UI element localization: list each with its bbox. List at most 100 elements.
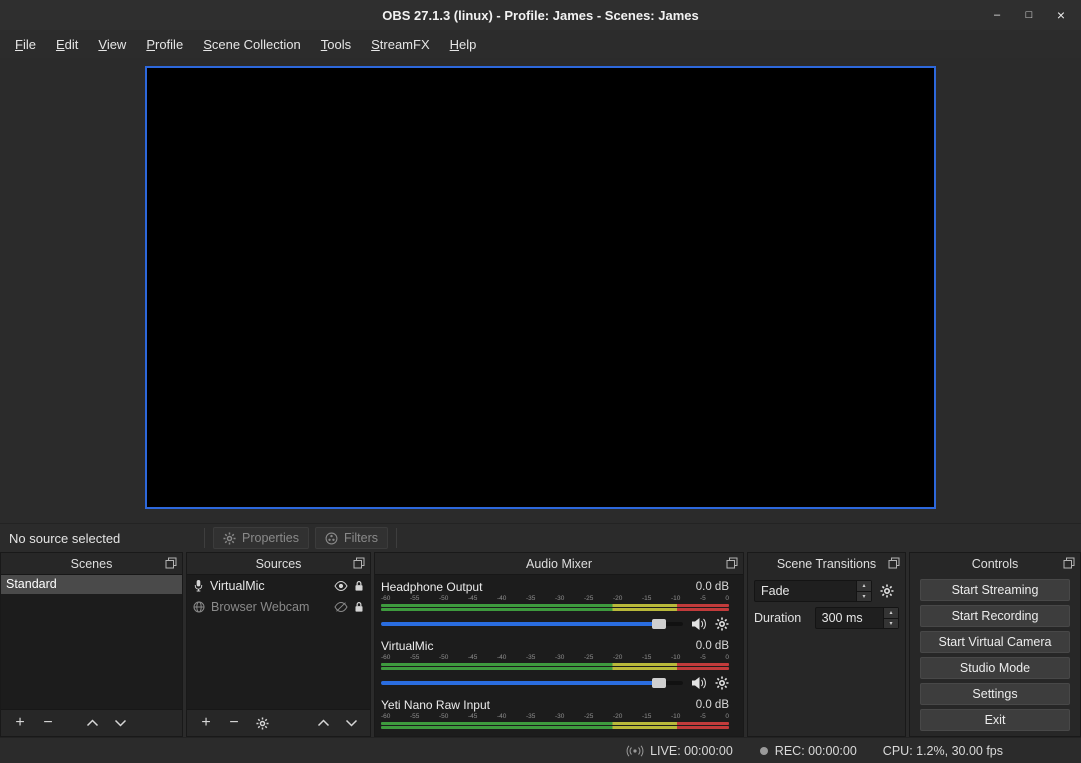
transition-select-arrows: ▴ ▾ — [856, 581, 871, 601]
transition-settings-gear-icon[interactable] — [880, 584, 894, 598]
source-row-virtualmic[interactable]: VirtualMic — [187, 575, 370, 596]
duration-label: Duration — [754, 611, 807, 625]
controls-dock-header[interactable]: Controls — [910, 553, 1080, 574]
remove-scene-button[interactable]: − — [34, 711, 62, 735]
mixer-channel-level: 0.0 dB — [696, 581, 729, 593]
spin-up-icon[interactable]: ▴ — [857, 581, 871, 592]
menu-scene-collection[interactable]: Scene Collection — [193, 32, 311, 57]
volume-meter — [381, 608, 729, 611]
mute-speaker-icon[interactable] — [691, 676, 707, 690]
visibility-eye-icon[interactable] — [334, 581, 348, 591]
mute-speaker-icon[interactable] — [691, 617, 707, 631]
menu-view[interactable]: View — [88, 32, 136, 57]
cpu-fps-text: CPU: 1.2%, 30.00 fps — [883, 744, 1003, 758]
duration-value[interactable]: 300 ms — [816, 611, 883, 625]
maximize-button[interactable]: □ — [1013, 0, 1045, 30]
scene-transitions-dock: Scene Transitions Fade ▴ ▾ Duration 300 … — [747, 552, 906, 737]
menu-streamfx[interactable]: StreamFX — [361, 32, 440, 57]
tick-label: -30 — [555, 654, 564, 662]
spin-up-icon[interactable]: ▴ — [884, 608, 898, 619]
menu-tools[interactable]: Tools — [311, 32, 361, 57]
controls-dock: Controls Start Streaming Start Recording… — [909, 552, 1081, 737]
tick-label: -20 — [613, 654, 622, 662]
tick-label: -60 — [381, 595, 390, 603]
tick-label: -35 — [526, 595, 535, 603]
scene-transitions-dock-header[interactable]: Scene Transitions — [748, 553, 905, 574]
menu-edit[interactable]: Edit — [46, 32, 88, 57]
menu-help[interactable]: Help — [440, 32, 487, 57]
toolbar-separator — [204, 528, 205, 548]
tick-label: -10 — [671, 713, 680, 721]
filters-button[interactable]: Filters — [315, 527, 388, 549]
tick-label: 0 — [725, 654, 729, 662]
duration-spinbox[interactable]: 300 ms ▴ ▾ — [815, 607, 899, 629]
move-scene-down-button[interactable] — [106, 711, 134, 735]
add-scene-button[interactable]: + — [6, 711, 34, 735]
add-source-button[interactable]: + — [192, 711, 220, 735]
start-virtual-camera-button[interactable]: Start Virtual Camera — [920, 631, 1070, 653]
preview-canvas[interactable] — [145, 66, 936, 509]
no-source-status: No source selected — [0, 531, 199, 546]
visibility-eye-off-icon[interactable] — [334, 602, 348, 612]
move-source-down-button[interactable] — [337, 711, 365, 735]
rec-status: REC: 00:00:00 — [759, 744, 857, 758]
broadcast-icon — [626, 745, 644, 757]
move-source-up-button[interactable] — [309, 711, 337, 735]
scene-transitions-body: Fade ▴ ▾ Duration 300 ms ▴ ▾ — [748, 574, 905, 736]
mixer-channel-name: Headphone Output — [381, 580, 482, 594]
tick-label: -60 — [381, 654, 390, 662]
tick-label: -35 — [526, 654, 535, 662]
volume-slider[interactable] — [381, 681, 683, 685]
volume-slider-handle[interactable] — [652, 619, 666, 629]
controls-body: Start Streaming Start Recording Start Vi… — [910, 574, 1080, 736]
close-button[interactable]: × — [1045, 0, 1077, 30]
dock-popout-icon — [165, 557, 177, 569]
sources-dock-header[interactable]: Sources — [187, 553, 370, 574]
gear-icon — [223, 532, 236, 545]
menu-profile[interactable]: Profile — [136, 32, 193, 57]
properties-button[interactable]: Properties — [213, 527, 309, 549]
dock-area: Scenes Standard + − Sources VirtualMic — [0, 552, 1081, 737]
tick-label: -50 — [439, 713, 448, 721]
tick-label: -15 — [642, 595, 651, 603]
source-row-browser-webcam[interactable]: Browser Webcam — [187, 596, 370, 617]
lock-icon[interactable] — [354, 601, 364, 613]
studio-mode-button[interactable]: Studio Mode — [920, 657, 1070, 679]
source-name: Browser Webcam — [211, 600, 328, 614]
mixer-channel-name: Yeti Nano Raw Input — [381, 698, 490, 712]
channel-settings-gear-icon[interactable] — [715, 617, 729, 631]
minimize-button[interactable]: – — [981, 0, 1013, 30]
volume-slider-handle[interactable] — [652, 678, 666, 688]
live-status: LIVE: 00:00:00 — [626, 744, 733, 758]
move-scene-up-button[interactable] — [78, 711, 106, 735]
volume-meter — [381, 604, 729, 607]
remove-source-button[interactable]: − — [220, 711, 248, 735]
controls-dock-title: Controls — [972, 557, 1019, 571]
scenes-dock-header[interactable]: Scenes — [1, 553, 182, 574]
window-title: OBS 27.1.3 (linux) - Profile: James - Sc… — [382, 8, 698, 23]
lock-icon[interactable] — [354, 580, 364, 592]
spin-down-icon[interactable]: ▾ — [857, 592, 871, 602]
window-controls: – □ × — [981, 0, 1077, 30]
meter-scale: -60-55-50-45-40-35-30-25-20-15-10-50 — [381, 654, 729, 662]
source-properties-gear-icon[interactable] — [248, 711, 276, 735]
start-recording-button[interactable]: Start Recording — [920, 605, 1070, 627]
scenes-toolbar: + − — [1, 709, 182, 736]
tick-label: -45 — [468, 595, 477, 603]
start-streaming-button[interactable]: Start Streaming — [920, 579, 1070, 601]
channel-settings-gear-icon[interactable] — [715, 676, 729, 690]
spin-down-icon[interactable]: ▾ — [884, 619, 898, 629]
globe-icon — [193, 601, 205, 613]
tick-label: -55 — [410, 595, 419, 603]
menu-file[interactable]: File — [5, 32, 46, 57]
mixer-channel-level: 0.0 dB — [696, 640, 729, 652]
volume-meter — [381, 722, 729, 725]
transition-select[interactable]: Fade ▴ ▾ — [754, 580, 872, 602]
mixer-channel-name: VirtualMic — [381, 639, 433, 653]
window-titlebar[interactable]: OBS 27.1.3 (linux) - Profile: James - Sc… — [0, 0, 1081, 30]
scene-item-standard[interactable]: Standard — [1, 575, 182, 594]
settings-button[interactable]: Settings — [920, 683, 1070, 705]
volume-slider[interactable] — [381, 622, 683, 626]
exit-button[interactable]: Exit — [920, 709, 1070, 731]
audio-mixer-dock-header[interactable]: Audio Mixer — [375, 553, 743, 574]
